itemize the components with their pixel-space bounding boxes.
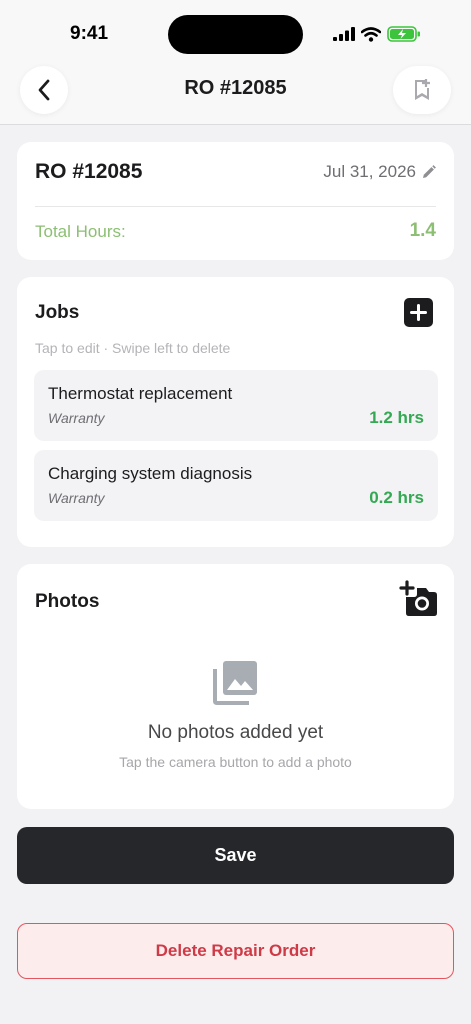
divider (35, 206, 436, 207)
status-icons (333, 24, 421, 44)
photos-empty-title: No photos added yet (147, 722, 324, 743)
job-hours: 0.2 hrs (369, 488, 424, 507)
jobs-title: Jobs (35, 302, 80, 323)
photos-title: Photos (35, 591, 100, 612)
add-job-button[interactable] (404, 298, 433, 327)
wifi-icon (361, 26, 381, 42)
jobs-card: Jobs Tap to edit · Swipe left to delete … (17, 277, 454, 547)
signal-icon (333, 27, 355, 41)
plus-square-icon (410, 304, 427, 321)
bookmark-add-icon (415, 79, 430, 100)
photos-card: Photos No photos added yet Tap the camer… (17, 564, 454, 809)
ro-date[interactable]: Jul 31, 2026 (323, 162, 416, 182)
jobs-hint: Tap to edit · Swipe left to delete (35, 340, 231, 356)
photos-empty-hint: Tap the camera button to add a photo (119, 754, 352, 770)
save-button[interactable]: Save (17, 827, 454, 884)
date-editor[interactable]: Jul 31, 2026 (323, 162, 436, 182)
battery-charging-icon (387, 26, 420, 42)
ro-number: RO #12085 (35, 160, 143, 183)
job-name: Thermostat replacement (48, 384, 233, 403)
add-camera-icon[interactable] (399, 580, 439, 618)
total-hours-label: Total Hours: (35, 222, 126, 241)
job-type: Warranty (48, 490, 105, 506)
pencil-icon[interactable] (422, 165, 436, 179)
bookmark-button[interactable] (393, 66, 451, 114)
photo-library-icon (213, 661, 257, 705)
job-type: Warranty (48, 410, 105, 426)
job-hours: 1.2 hrs (369, 408, 424, 427)
delete-repair-order-button[interactable]: Delete Repair Order (17, 923, 454, 979)
job-name: Charging system diagnosis (48, 464, 253, 483)
dynamic-island (168, 15, 303, 54)
repair-order-summary-card: RO #12085 Jul 31, 2026 Total Hours: 1.4 (17, 142, 454, 260)
job-row[interactable]: Thermostat replacement Warranty 1.2 hrs (34, 370, 438, 441)
top-bar: 9:41 RO #12085 (0, 0, 471, 125)
job-row[interactable]: Charging system diagnosis Warranty 0.2 h… (34, 450, 438, 521)
total-hours-value: 1.4 (409, 220, 436, 241)
status-time: 9:41 (70, 23, 109, 44)
